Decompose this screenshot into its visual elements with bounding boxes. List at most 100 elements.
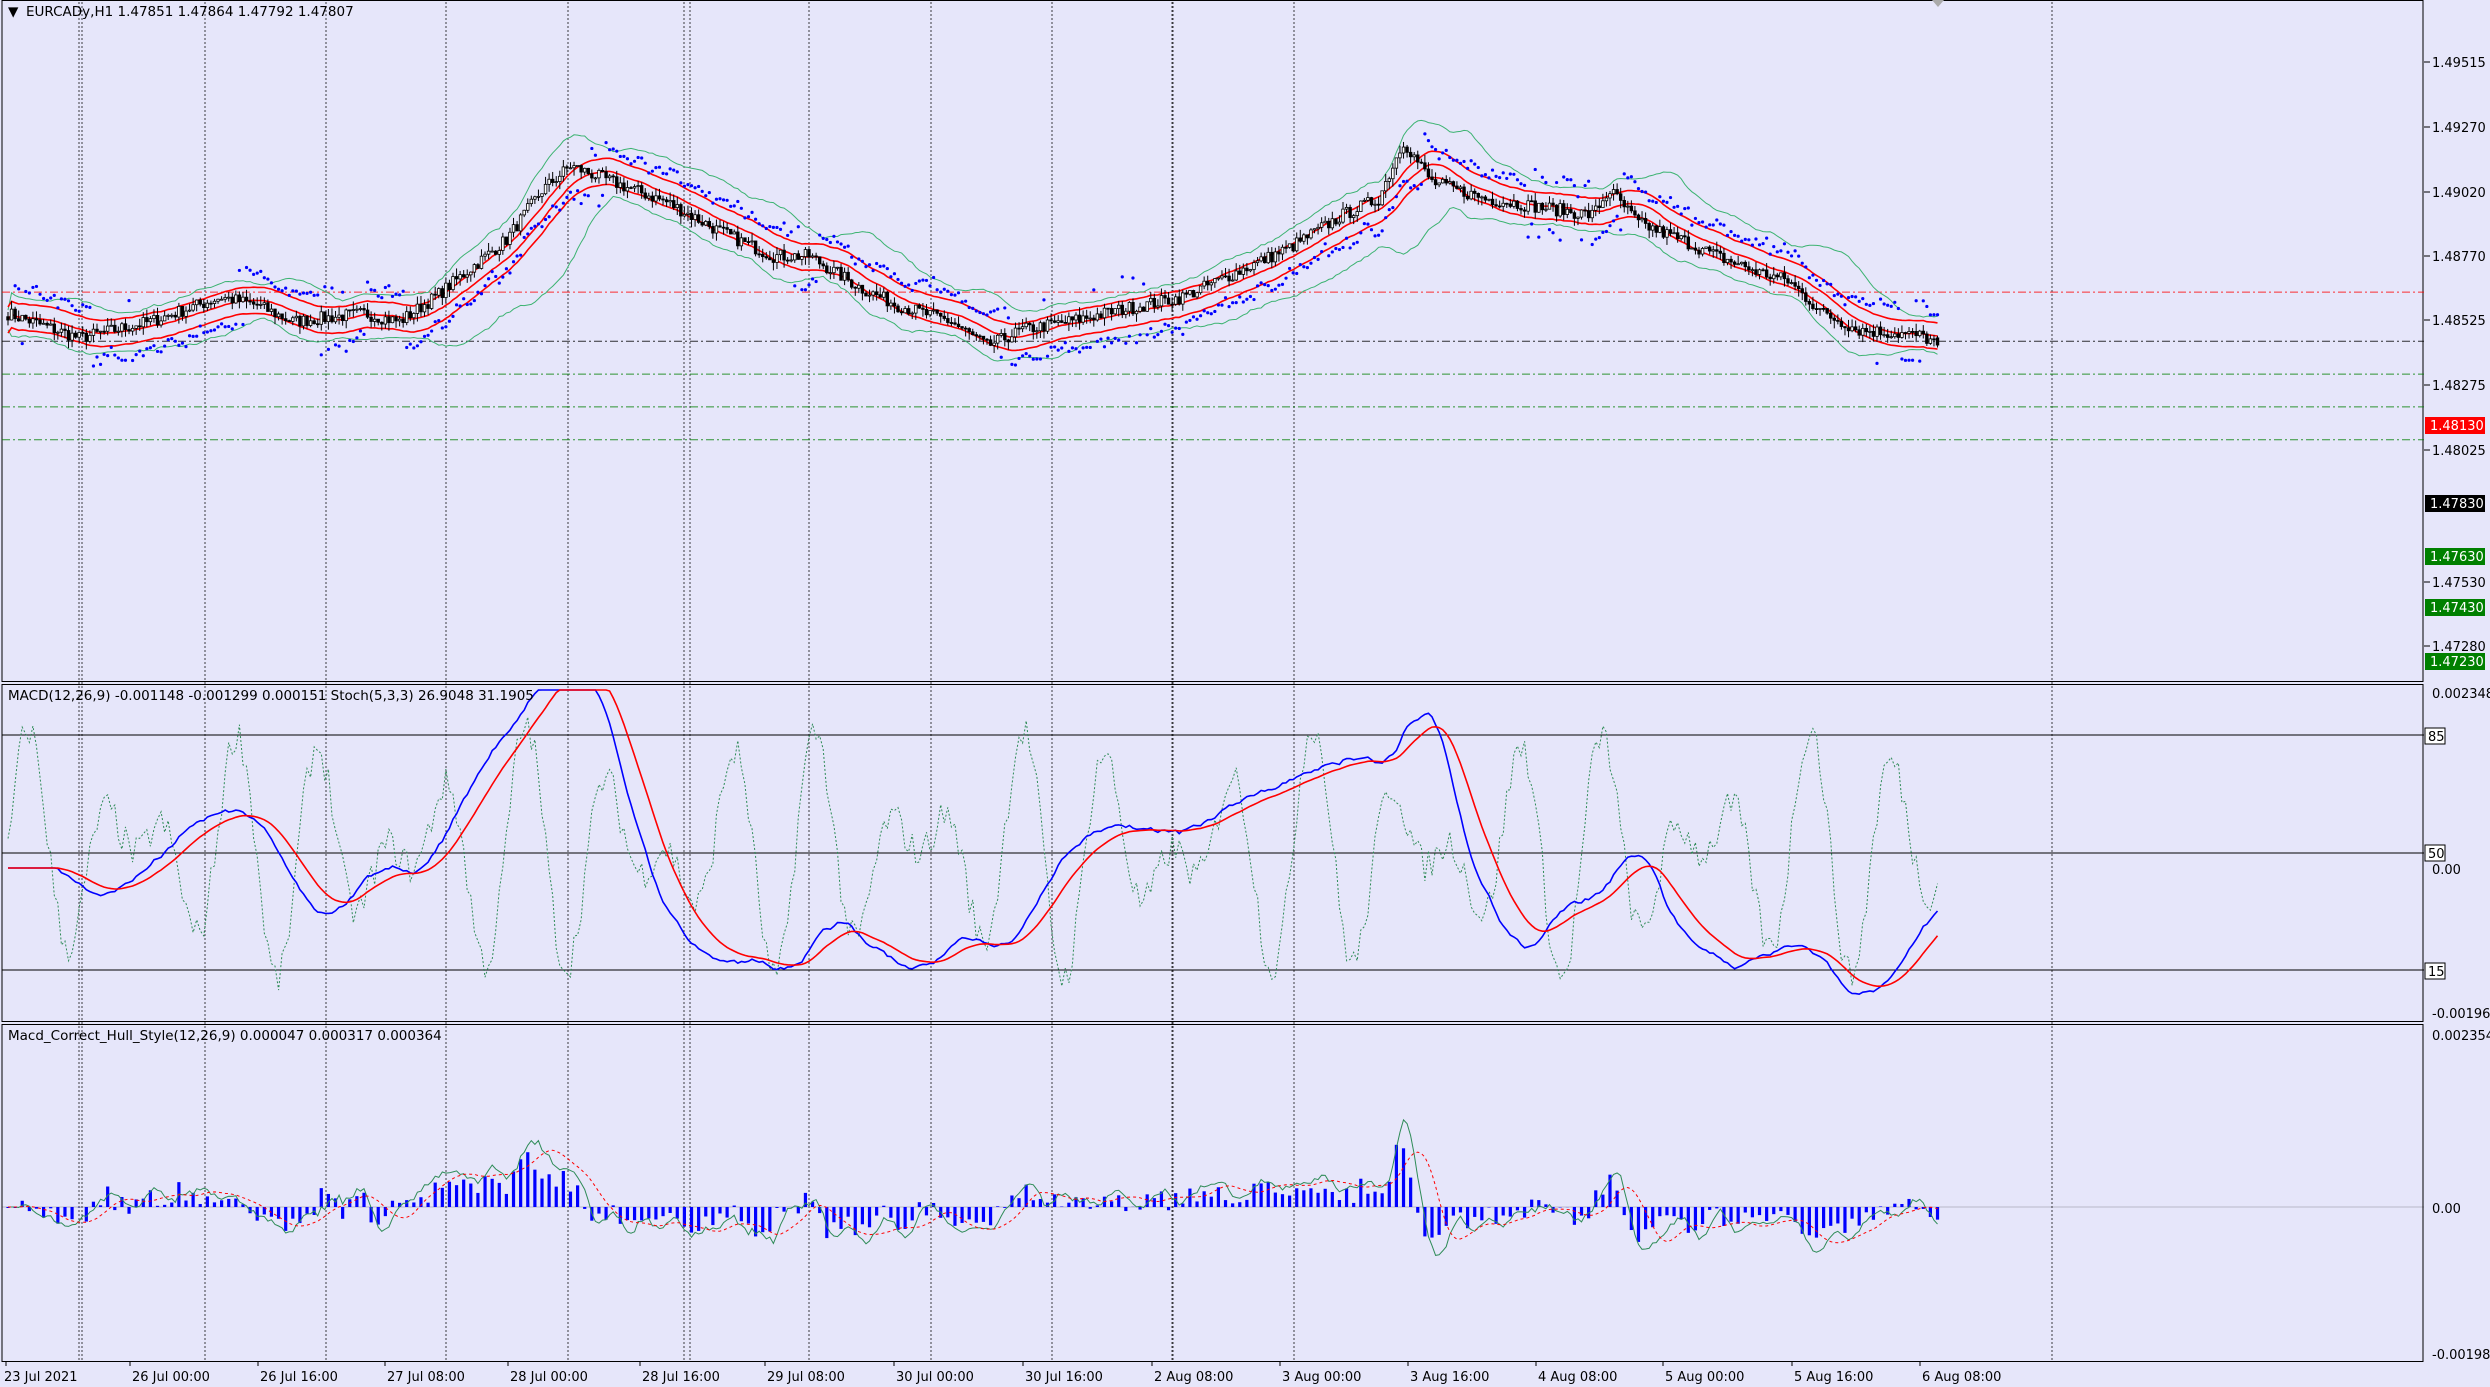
sar-dot <box>138 349 142 353</box>
sar-dot <box>472 298 476 303</box>
candle-body <box>963 327 968 330</box>
candle-body <box>1088 317 1092 320</box>
sar-dot <box>1227 305 1231 309</box>
candle-body <box>1615 189 1619 195</box>
sar-dot <box>1686 206 1690 210</box>
candle-body <box>1576 216 1580 219</box>
sar-dot <box>1793 249 1797 253</box>
sar-dot <box>1409 186 1413 190</box>
candle-body <box>896 305 900 313</box>
hull-histogram-bar <box>1786 1207 1790 1215</box>
sar-dot <box>237 268 241 273</box>
sar-dot <box>362 332 366 337</box>
candle-body <box>145 317 149 323</box>
sar-dot <box>444 325 448 329</box>
candle-body <box>1661 226 1666 238</box>
candle-body <box>793 253 797 261</box>
hull-histogram-bar <box>305 1207 309 1214</box>
candle-body <box>618 182 623 188</box>
window-menu-arrow[interactable]: ▼ <box>8 4 19 20</box>
sar-dot <box>1572 183 1576 188</box>
candle-body <box>237 294 242 303</box>
sar-dot <box>1537 235 1541 239</box>
candle-body <box>1651 225 1655 231</box>
sar-dot <box>1900 357 1904 361</box>
candle-body <box>365 309 370 318</box>
candle-body <box>942 315 946 319</box>
candle-body <box>120 323 124 332</box>
sar-dot <box>1252 297 1256 302</box>
candle-body <box>1405 146 1409 153</box>
hull-histogram-bar <box>1038 1198 1042 1207</box>
candle-body <box>807 249 811 258</box>
sar-dot <box>212 328 217 332</box>
sar-dot <box>415 344 419 348</box>
hull-histogram-bar <box>1708 1207 1712 1210</box>
candle-body <box>1572 212 1577 219</box>
sar-dot <box>1088 345 1092 350</box>
sar-dot <box>1377 233 1381 237</box>
hull-histogram-bar <box>1878 1206 1883 1207</box>
sar-dot <box>971 306 975 311</box>
sar-dot <box>714 197 719 201</box>
candle-body <box>1690 247 1694 250</box>
sar-dot <box>98 362 103 366</box>
hull-histogram-bar <box>1031 1200 1035 1207</box>
sar-dot <box>1864 302 1868 306</box>
candle-body <box>20 314 24 322</box>
candle-body <box>992 342 996 346</box>
candle-body <box>1594 205 1598 211</box>
hull-histogram-bar <box>497 1182 501 1207</box>
candle-body <box>1401 146 1406 154</box>
candle-body <box>1579 209 1584 218</box>
sar-dot <box>1896 306 1900 311</box>
hull-histogram-bar <box>1387 1181 1391 1207</box>
sar-dot <box>152 344 156 348</box>
candle-body <box>871 291 875 296</box>
price-tag: 1.47830 <box>2430 497 2484 512</box>
hull-histogram-bar <box>1366 1193 1370 1207</box>
sar-dot <box>198 324 202 328</box>
sar-dot <box>1387 208 1391 212</box>
candle-body <box>1163 295 1167 299</box>
sar-dot <box>718 197 722 201</box>
sar-dot <box>1700 220 1705 224</box>
candle-body <box>672 200 676 209</box>
sar-dot <box>91 364 96 368</box>
sar-dot <box>547 215 551 219</box>
sar-dot <box>476 290 480 294</box>
trading-chart[interactable]: ▼ EURCADy,H1 1.47851 1.47864 1.47792 1.4… <box>0 0 2490 1387</box>
sar-dot <box>1683 206 1687 211</box>
candle-body <box>1473 190 1477 194</box>
hull-histogram-bar <box>654 1207 658 1220</box>
candle-body <box>66 330 71 341</box>
sar-dot <box>1676 204 1680 208</box>
sar-dot <box>1028 354 1032 358</box>
candle-body <box>1754 269 1758 275</box>
sar-dot <box>1668 195 1673 200</box>
sar-dot <box>1918 359 1922 363</box>
candle-body <box>853 286 857 289</box>
sar-dot <box>447 319 452 323</box>
candle-body <box>1732 261 1737 265</box>
sar-dot <box>74 308 78 312</box>
candle-body <box>1330 218 1335 229</box>
candle-body <box>1028 322 1032 326</box>
candle-body <box>116 330 121 333</box>
candle-body <box>362 308 366 311</box>
candle-body <box>882 291 886 298</box>
sar-dot <box>1398 184 1402 188</box>
candle-body <box>575 165 580 167</box>
candle-body <box>1380 190 1384 206</box>
candle-body <box>1861 327 1865 336</box>
candle-body <box>1604 197 1609 202</box>
sar-dot <box>1722 223 1726 227</box>
price-axis-label: 1.48025 <box>2432 444 2486 459</box>
sar-dot <box>1327 254 1331 258</box>
sar-dot <box>13 284 17 288</box>
candle-body <box>1654 225 1658 233</box>
sar-dot <box>1494 174 1498 178</box>
hull-histogram-bar <box>689 1207 694 1233</box>
candle-body <box>1334 218 1338 225</box>
sar-dot <box>255 271 259 275</box>
